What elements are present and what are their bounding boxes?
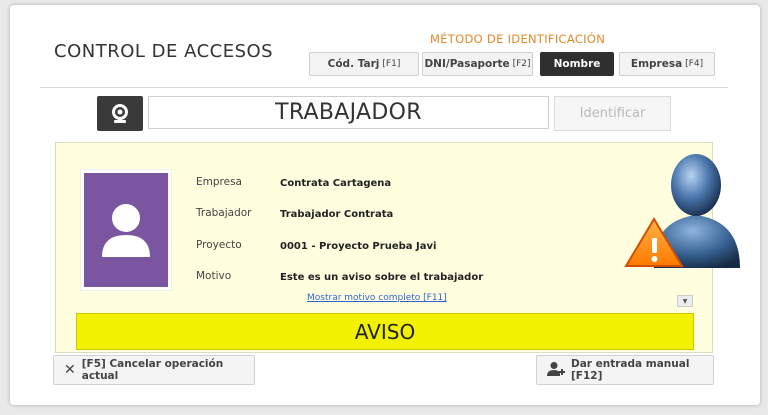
- cancel-operation-label: [F5] Cancelar operación actual: [81, 358, 224, 382]
- project-label: Proyecto: [196, 239, 242, 251]
- method-dni-button[interactable]: DNI/Pasaporte [F2]: [422, 52, 533, 76]
- close-icon: ✕: [64, 362, 76, 378]
- status-banner: AVISO: [76, 313, 694, 350]
- header-divider: [40, 87, 728, 88]
- method-card-key: [F1]: [382, 59, 401, 69]
- worker-info-panel: Empresa Contrata Cartagena Trabajador Tr…: [55, 142, 713, 353]
- method-dni-key: [F2]: [512, 59, 531, 69]
- method-name-label: Nombre: [553, 58, 601, 70]
- manual-entry-label: Dar entrada manual [F12]: [571, 358, 690, 382]
- user-placeholder-icon: [84, 173, 168, 287]
- warning-user-icon: [624, 154, 740, 268]
- method-dni-label: DNI/Pasaporte: [424, 58, 510, 70]
- reason-value: Este es un aviso sobre el trabajador: [280, 272, 484, 283]
- identify-button[interactable]: Identificar: [554, 96, 671, 131]
- photo-frame: [80, 169, 172, 291]
- manual-entry-button[interactable]: Dar entrada manual [F12]: [536, 355, 714, 385]
- method-card-button[interactable]: Cód. Tarj [F1]: [309, 52, 419, 76]
- scroll-down-icon[interactable]: ▼: [677, 295, 693, 307]
- identification-method-label: MÉTODO DE IDENTIFICACIÓN: [430, 32, 606, 46]
- method-company-label: Empresa: [630, 58, 683, 70]
- method-company-key: [F4]: [685, 59, 704, 69]
- access-control-card: CONTROL DE ACCESOS MÉTODO DE IDENTIFICAC…: [10, 5, 760, 405]
- cancel-operation-button[interactable]: ✕ [F5] Cancelar operación actual: [53, 355, 255, 385]
- worker-value: Trabajador Contrata: [280, 209, 394, 220]
- show-full-reason-link[interactable]: Mostrar motivo completo [F11]: [307, 293, 447, 303]
- page-title: CONTROL DE ACCESOS: [54, 41, 274, 62]
- method-company-button[interactable]: Empresa [F4]: [619, 52, 715, 76]
- reason-label: Motivo: [196, 270, 232, 282]
- company-label: Empresa: [196, 176, 242, 188]
- method-name-button[interactable]: Nombre: [540, 52, 614, 76]
- company-value: Contrata Cartagena: [280, 178, 392, 189]
- method-card-label: Cód. Tarj: [327, 58, 380, 70]
- project-value: 0001 - Proyecto Prueba Javi: [280, 241, 437, 252]
- add-user-icon: [547, 361, 565, 380]
- webcam-icon[interactable]: [97, 96, 143, 131]
- worker-label: Trabajador: [196, 207, 252, 219]
- search-input[interactable]: TRABAJADOR: [148, 96, 549, 129]
